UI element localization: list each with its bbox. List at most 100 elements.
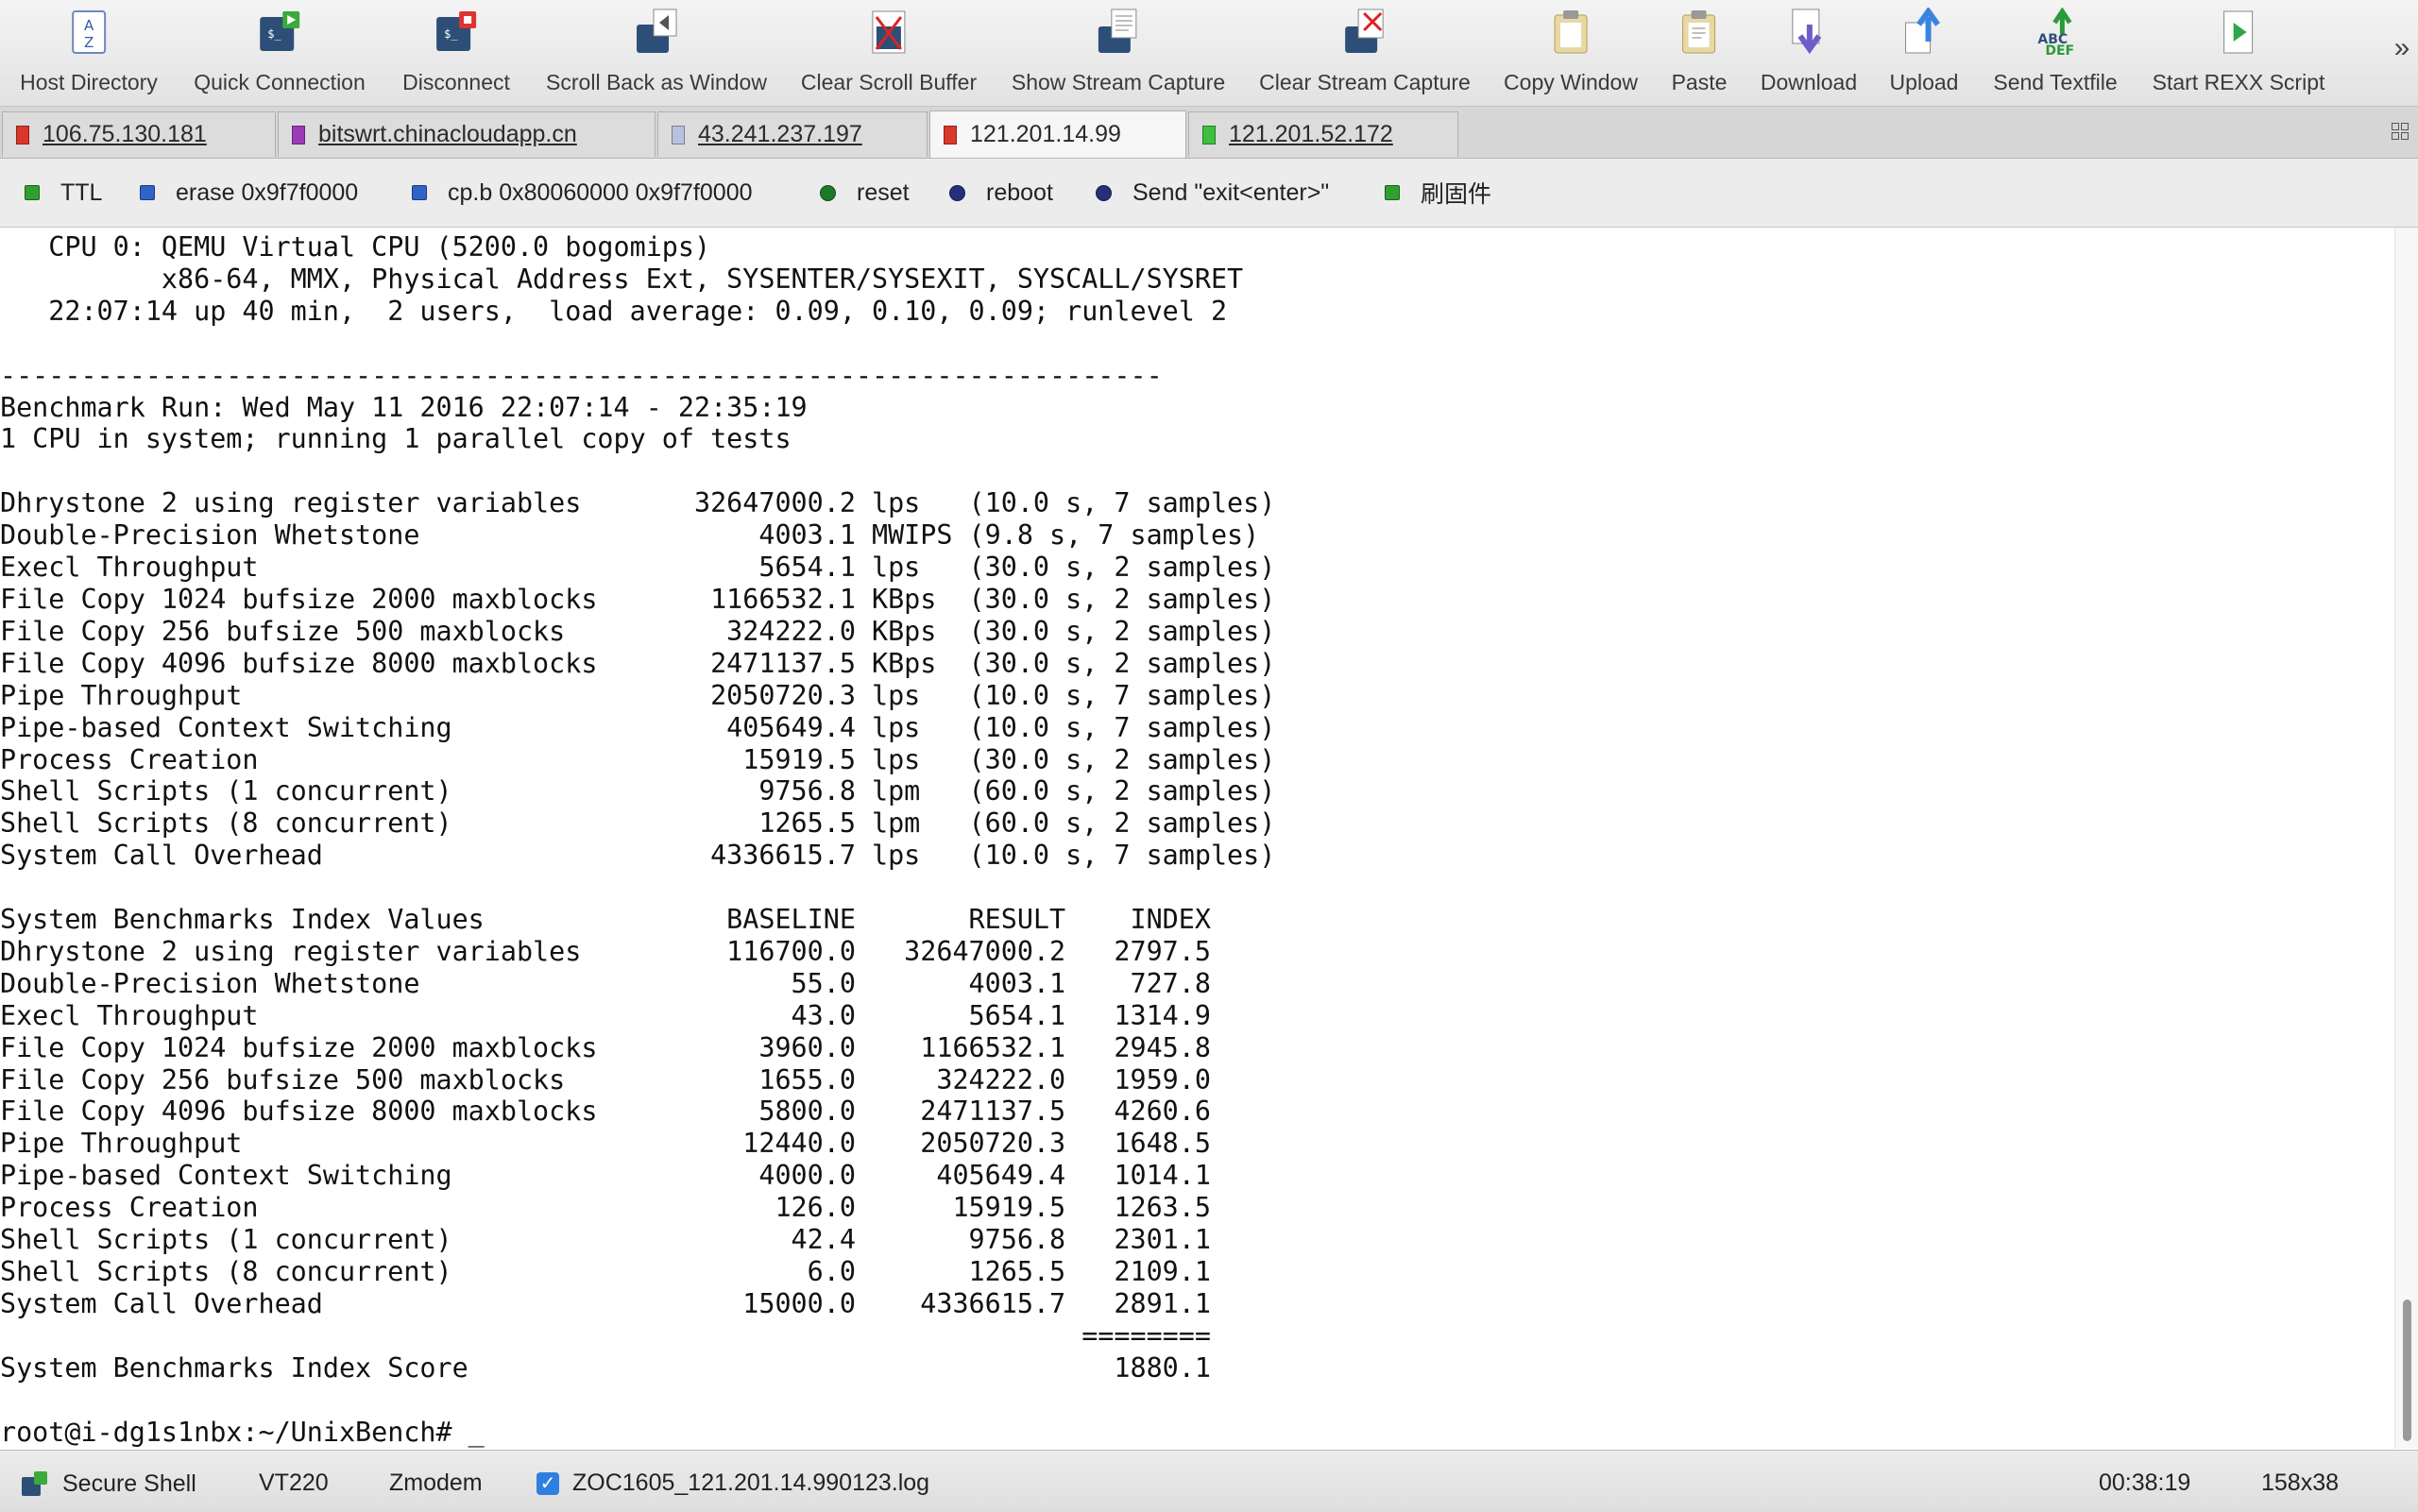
svg-text:Z: Z — [84, 34, 94, 51]
clear-scroll-buffer-button[interactable]: Clear Scroll Buffer — [801, 6, 977, 100]
copy-window-label: Copy Window — [1504, 70, 1638, 94]
download-button[interactable]: Download — [1761, 6, 1857, 100]
send-textfile-icon: ABC DEF — [2034, 7, 2077, 59]
tab-121-201-14-99[interactable]: 121.201.14.99 — [929, 110, 1186, 158]
macro-label: reset — [857, 178, 910, 206]
terminal-line: Double-Precision Whetstone 55.0 4003.1 7… — [0, 967, 1211, 999]
terminal-line: Process Creation 126.0 15919.5 1263.5 — [0, 1192, 1211, 1224]
macro-button-bar: TTL erase 0x9f7f0000 cp.b 0x80060000 0x9… — [0, 159, 2418, 228]
show-stream-capture-button[interactable]: Show Stream Capture — [1012, 6, 1225, 100]
paste-label: Paste — [1671, 70, 1728, 94]
tab-43-241-237-197[interactable]: 43.241.237.197 — [657, 111, 928, 157]
tab-status-icon — [1202, 125, 1216, 144]
status-emulation[interactable]: VT220 — [259, 1470, 329, 1497]
terminal-line: ======== — [0, 1319, 1211, 1351]
host-directory-button[interactable]: A Z Host Directory — [20, 6, 158, 100]
tab-status-icon — [672, 125, 685, 144]
copy-window-icon — [1549, 8, 1592, 57]
macro-erase-button[interactable]: erase 0x9f7f0000 — [140, 176, 358, 210]
tab-label: 106.75.130.181 — [43, 121, 207, 147]
start-rexx-script-label: Start REXX Script — [2152, 70, 2325, 94]
toolbar: A Z Host Directory $_ Quick Connection $… — [0, 0, 2418, 107]
macro-label: Send "exit<enter>" — [1132, 178, 1330, 206]
terminal-line: Shell Scripts (8 concurrent) 1265.5 lpm … — [0, 807, 1276, 840]
terminal-output: CPU 0: QEMU Virtual CPU (5200.0 bogomips… — [0, 231, 1275, 1448]
download-icon — [1787, 8, 1831, 57]
toolbar-overflow-button[interactable]: » — [2384, 32, 2414, 64]
host-directory-label: Host Directory — [20, 70, 158, 94]
terminal-line: Shell Scripts (1 concurrent) 42.4 9756.8… — [0, 1224, 1211, 1256]
terminal-window[interactable]: CPU 0: QEMU Virtual CPU (5200.0 bogomips… — [0, 228, 2395, 1449]
terminal-line: Pipe-based Context Switching 405649.4 lp… — [0, 711, 1276, 743]
status-terminal-size: 158x38 — [2261, 1470, 2340, 1496]
macro-reboot-button[interactable]: reboot — [949, 176, 1053, 210]
svg-text:$_: $_ — [444, 27, 458, 41]
tab-status-icon — [292, 125, 305, 144]
terminal-line: Shell Scripts (8 concurrent) 6.0 1265.5 … — [0, 1256, 1211, 1287]
macro-label: 刷固件 — [1421, 181, 1492, 208]
logfile-checkbox[interactable]: ✓ — [536, 1471, 559, 1495]
quick-connection-label: Quick Connection — [194, 70, 366, 94]
upload-icon — [1902, 6, 1946, 57]
clear-stream-capture-button[interactable]: Clear Stream Capture — [1259, 6, 1471, 100]
status-logfile[interactable]: ✓ ZOC1605_121.201.14.990123.log — [536, 1470, 929, 1497]
terminal-line: 1 CPU in system; running 1 parallel copy… — [0, 423, 792, 455]
disconnect-icon: $_ — [434, 8, 478, 57]
macro-round-icon — [820, 184, 836, 201]
terminal-line: Double-Precision Whetstone 4003.1 MWIPS … — [0, 519, 1260, 552]
send-textfile-button[interactable]: ABC DEF Send Textfile — [1993, 6, 2118, 100]
terminal-line: Dhrystone 2 using register variables 116… — [0, 935, 1211, 967]
disconnect-label: Disconnect — [402, 70, 510, 94]
macro-label: TTL — [60, 178, 103, 206]
macro-send-exit-button[interactable]: Send "exit<enter>" — [1096, 176, 1329, 210]
tab-121-201-52-172[interactable]: 121.201.52.172 — [1188, 111, 1458, 157]
scroll-back-label: Scroll Back as Window — [546, 70, 767, 94]
copy-window-button[interactable]: Copy Window — [1504, 6, 1638, 100]
terminal-scrollbar[interactable] — [2394, 228, 2418, 1449]
clear-scroll-buffer-icon — [867, 8, 911, 57]
start-rexx-script-button[interactable]: Start REXX Script — [2152, 6, 2325, 100]
macro-square-icon — [412, 185, 427, 200]
quick-connection-button[interactable]: $_ Quick Connection — [194, 6, 366, 100]
status-protocol[interactable]: Secure Shell — [21, 1470, 196, 1498]
terminal-line: 22:07:14 up 40 min, 2 users, load averag… — [0, 295, 1228, 327]
tab-label: 121.201.52.172 — [1229, 121, 1393, 147]
terminal-line: Shell Scripts (1 concurrent) 9756.8 lpm … — [0, 775, 1276, 807]
macro-square-icon — [140, 185, 155, 200]
macro-cp-b-button[interactable]: cp.b 0x80060000 0x9f7f0000 — [412, 176, 753, 210]
status-protocol-label: Secure Shell — [62, 1470, 196, 1497]
terminal-line: Execl Throughput 5654.1 lps (30.0 s, 2 s… — [0, 552, 1276, 584]
svg-text:DEF: DEF — [2045, 43, 2074, 57]
macro-flash-firmware-button[interactable]: 刷固件 — [1385, 176, 1491, 210]
macro-ttl-button[interactable]: TTL — [25, 176, 102, 210]
tab-status-icon — [16, 125, 29, 144]
terminal-line: System Call Overhead 15000.0 4336615.7 2… — [0, 1287, 1211, 1319]
show-stream-capture-icon — [1097, 8, 1140, 57]
paste-icon — [1677, 8, 1721, 57]
disconnect-button[interactable]: $_ Disconnect — [402, 6, 510, 100]
macro-reset-button[interactable]: reset — [820, 176, 910, 210]
macro-square-icon — [1385, 185, 1400, 200]
upload-label: Upload — [1889, 70, 1959, 94]
svg-text:A: A — [84, 17, 94, 34]
terminal-line: File Copy 4096 bufsize 8000 maxblocks 58… — [0, 1096, 1211, 1128]
terminal-line: CPU 0: QEMU Virtual CPU (5200.0 bogomips… — [0, 231, 711, 263]
scrollbar-thumb[interactable] — [2403, 1300, 2411, 1441]
scroll-back-button[interactable]: Scroll Back as Window — [546, 6, 767, 100]
rexx-script-icon — [2217, 8, 2260, 57]
terminal-line: Benchmark Run: Wed May 11 2016 22:07:14 … — [0, 391, 808, 423]
secure-shell-icon — [22, 1471, 47, 1496]
status-elapsed-time: 00:38:19 — [2099, 1470, 2191, 1496]
download-label: Download — [1760, 70, 1858, 94]
terminal-line: System Benchmarks Index Score 1880.1 — [0, 1351, 1211, 1384]
session-tab-bar: 106.75.130.181 bitswrt.chinacloudapp.cn … — [0, 107, 2418, 159]
paste-button[interactable]: Paste — [1671, 6, 1728, 100]
status-transfer-protocol[interactable]: Zmodem — [389, 1470, 483, 1497]
macro-square-icon — [25, 185, 40, 200]
macro-label: cp.b 0x80060000 0x9f7f0000 — [448, 178, 753, 206]
tab-overview-icon[interactable] — [2392, 123, 2409, 140]
tab-bitswrt-chinacloudapp-cn[interactable]: bitswrt.chinacloudapp.cn — [278, 111, 656, 157]
terminal-line: File Copy 1024 bufsize 2000 maxblocks 39… — [0, 1031, 1211, 1063]
upload-button[interactable]: Upload — [1889, 6, 1959, 100]
tab-106-75-130-181[interactable]: 106.75.130.181 — [2, 111, 276, 157]
